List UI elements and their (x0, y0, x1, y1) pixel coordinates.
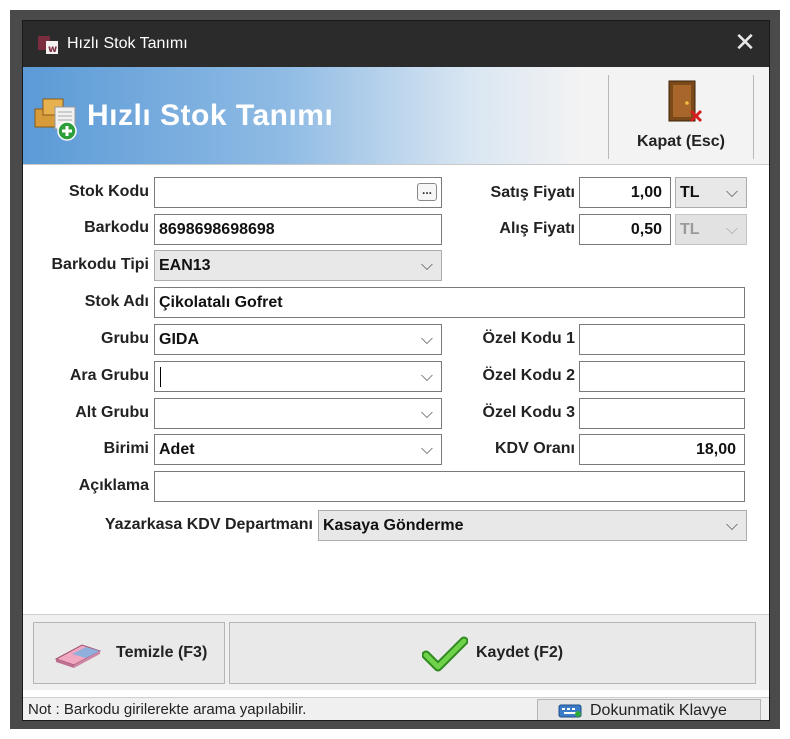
chevron-down-icon: ⌵ (725, 221, 738, 238)
barkodu-input[interactable]: 8698698698698 (154, 214, 442, 245)
keyboard-icon (558, 703, 582, 719)
banner-title: Hızlı Stok Tanımı (87, 99, 334, 132)
grubu-label: Grubu (101, 330, 149, 347)
title-bar: w Hızlı Stok Tanımı ✕ (23, 21, 769, 67)
kapat-button[interactable]: Kapat (Esc) (608, 75, 754, 159)
barkodu-label: Barkodu (84, 219, 149, 236)
satis-fiyati-input[interactable]: 1,00 (579, 177, 671, 208)
chevron-down-icon: ⌵ (725, 517, 738, 534)
ozel-kodu-2-input[interactable] (579, 361, 745, 392)
stok-adi-input[interactable]: Çikolatalı Gofret (154, 287, 745, 318)
window-frame: w Hızlı Stok Tanımı ✕ Hızlı Stok Tanımı … (10, 10, 780, 729)
barkodu-tipi-label: Barkodu Tipi (51, 256, 150, 273)
yazarkasa-select[interactable]: Kasaya Gönderme ⌵ (318, 510, 747, 541)
kdv-orani-input[interactable]: 18,00 (579, 434, 745, 465)
chevron-down-icon: ⌵ (725, 184, 738, 201)
action-bar: Temizle (F3) Kaydet (F2) (23, 614, 769, 690)
stok-kodu-input[interactable]: ... (154, 177, 442, 208)
grubu-select[interactable]: GIDA ⌵ (154, 324, 442, 355)
w-logo-icon: w (37, 33, 59, 55)
eraser-icon (52, 637, 104, 669)
aciklama-label: Açıklama (78, 477, 149, 494)
close-icon: ✕ (734, 27, 756, 57)
chevron-down-icon: ⌵ (420, 405, 433, 422)
ara-grubu-label: Ara Grubu (69, 367, 149, 384)
alis-currency-select: TL ⌵ (675, 214, 747, 245)
temizle-button[interactable]: Temizle (F3) (33, 622, 225, 684)
alt-grubu-label: Alt Grubu (75, 404, 149, 421)
stok-kodu-browse-button[interactable]: ... (417, 183, 437, 201)
close-window-button[interactable]: ✕ (729, 27, 761, 59)
hizli-stok-window: w Hızlı Stok Tanımı ✕ Hızlı Stok Tanımı … (22, 20, 770, 721)
status-bar: Not : Barkodu girilerekte arama yapılabi… (23, 697, 769, 720)
ozel-kodu-1-input[interactable] (579, 324, 745, 355)
satis-currency-select[interactable]: TL ⌵ (675, 177, 747, 208)
boxes-add-icon (33, 93, 83, 143)
birimi-select[interactable]: Adet ⌵ (154, 434, 442, 465)
ozel-kodu-3-input[interactable] (579, 398, 745, 429)
aciklama-input[interactable] (154, 471, 745, 502)
ozel-kodu-2-label: Özel Kodu 2 (482, 367, 575, 384)
alt-grubu-select[interactable]: ⌵ (154, 398, 442, 429)
kdv-orani-label: KDV Oranı (494, 440, 575, 457)
stok-adi-label: Stok Adı (84, 293, 149, 310)
door-close-icon (665, 79, 705, 125)
ozel-kodu-3-label: Özel Kodu 3 (482, 404, 575, 421)
stock-form: Stok Kodu ... Barkodu 8698698698698 Bark… (23, 166, 769, 614)
alis-fiyati-label: Alış Fiyatı (499, 220, 575, 237)
birimi-label: Birimi (103, 440, 149, 457)
yazarkasa-label: Yazarkasa KDV Departmanı (104, 516, 313, 533)
chevron-down-icon: ⌵ (420, 331, 433, 348)
chevron-down-icon: ⌵ (420, 368, 433, 385)
ara-grubu-select[interactable]: ⌵ (154, 361, 442, 392)
dokunmatik-klavye-button[interactable]: Dokunmatik Klavye (537, 699, 761, 720)
svg-text:w: w (48, 44, 57, 55)
barkodu-tipi-select[interactable]: EAN13 ⌵ (154, 250, 442, 281)
alis-fiyati-input[interactable]: 0,50 (579, 214, 671, 245)
kapat-label: Kapat (Esc) (636, 133, 726, 150)
kaydet-label: Kaydet (F2) (476, 644, 564, 661)
dokunmatik-klavye-label: Dokunmatik Klavye (590, 702, 727, 719)
window-title: Hızlı Stok Tanımı (67, 35, 188, 52)
checkmark-icon (421, 635, 469, 673)
ozel-kodu-1-label: Özel Kodu 1 (482, 330, 575, 347)
temizle-label: Temizle (F3) (116, 644, 208, 661)
header-banner: Hızlı Stok Tanımı Kapat (Esc) (23, 67, 769, 165)
text-caret (160, 366, 161, 387)
satis-fiyati-label: Satış Fiyatı (490, 184, 575, 201)
kaydet-button[interactable]: Kaydet (F2) (229, 622, 756, 684)
chevron-down-icon: ⌵ (420, 441, 433, 458)
chevron-down-icon: ⌵ (420, 257, 433, 274)
status-note: Not : Barkodu girilerekte arama yapılabi… (28, 701, 307, 718)
stok-kodu-label: Stok Kodu (69, 183, 149, 200)
